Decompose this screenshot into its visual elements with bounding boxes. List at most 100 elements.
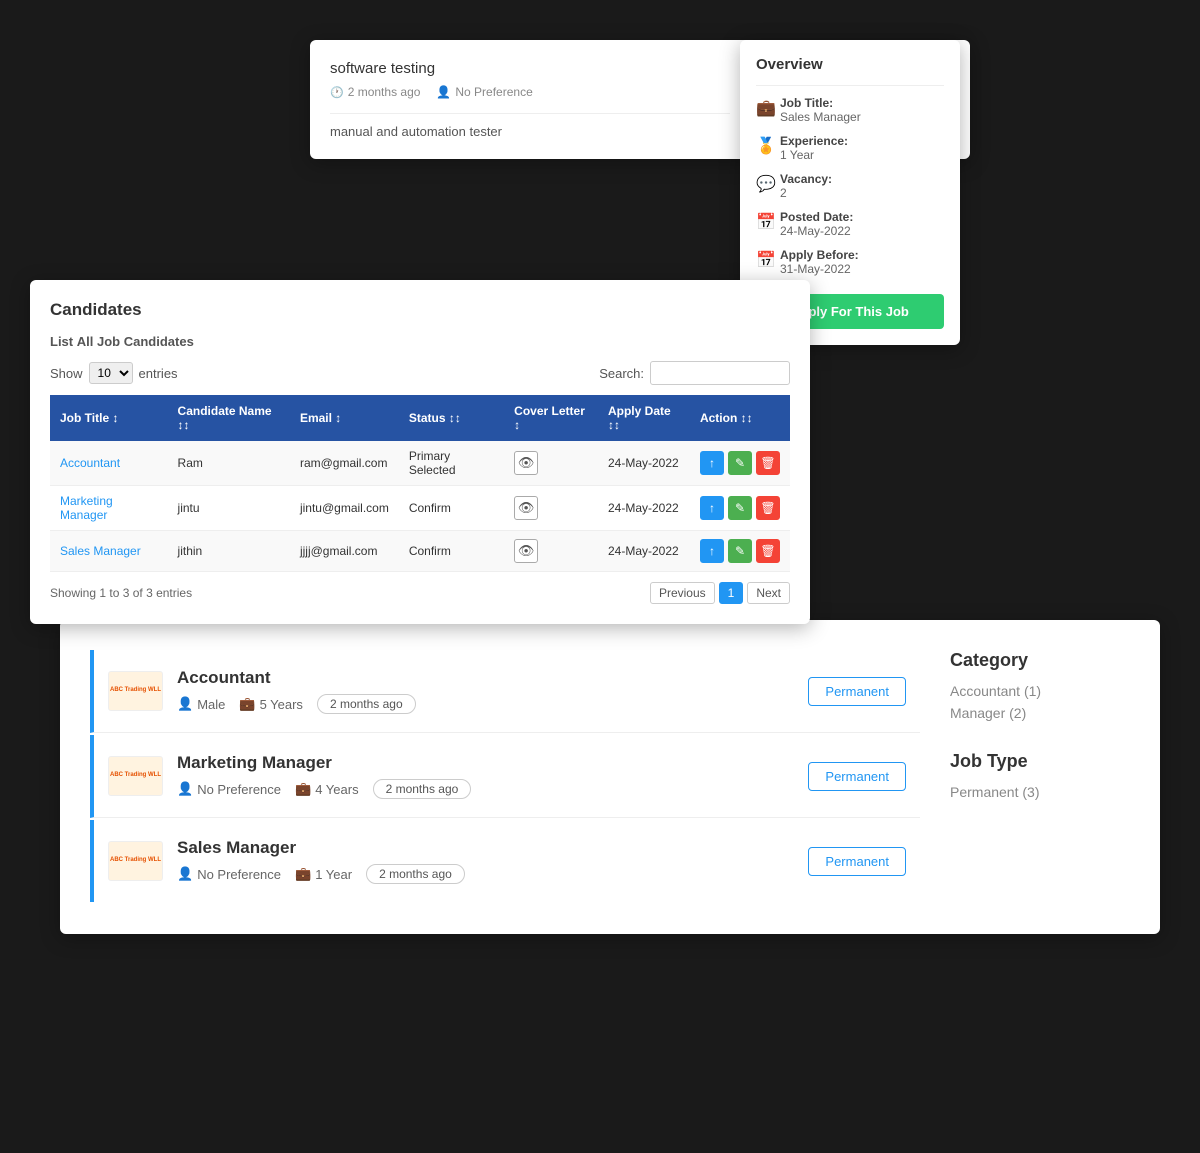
entries-info: Showing 1 to 3 of 3 entries: [50, 586, 192, 600]
delete-button[interactable]: 🗑: [756, 451, 780, 475]
cell-status: Confirm: [399, 486, 504, 531]
job-type-button[interactable]: Permanent: [808, 847, 906, 876]
time-ago-badge: 2 months ago: [373, 779, 472, 799]
edit-button[interactable]: ✎: [728, 496, 752, 520]
job-title-link[interactable]: Sales Manager: [60, 544, 141, 558]
delete-button[interactable]: 🗑: [756, 539, 780, 563]
job-preference-meta: 👤 No Preference: [436, 85, 532, 99]
user-icon: 👤: [436, 85, 451, 99]
overview-apply-before: 📅 Apply Before: 31-May-2022: [756, 248, 944, 276]
candidates-panel: Candidates List All Job Candidates Show …: [30, 280, 810, 624]
edit-icon: ✎: [735, 456, 745, 470]
col-cover-letter: Cover Letter ↕: [504, 395, 598, 441]
job-listing-title: Marketing Manager: [177, 753, 808, 773]
job-card: ABC Trading WLL Sales Manager 👤 No Prefe…: [90, 820, 920, 902]
col-candidate-name: Candidate Name ↕↕: [168, 395, 290, 441]
cell-status: Confirm: [399, 531, 504, 572]
company-logo: ABC Trading WLL: [108, 671, 163, 711]
cell-cover-letter: 👁: [504, 441, 598, 486]
view-button[interactable]: ↑: [700, 539, 724, 563]
company-logo: ABC Trading WLL: [108, 841, 163, 881]
trash-icon: 🗑: [760, 456, 775, 470]
briefcase-icon: 💼: [295, 866, 311, 882]
posted-date-icon: 📅: [756, 212, 772, 228]
entries-select[interactable]: 10 25 50: [89, 362, 133, 384]
trash-icon: 🗑: [760, 501, 775, 515]
edit-button[interactable]: ✎: [728, 539, 752, 563]
job-detail-meta: 2 months ago 👤 No Preference: [330, 85, 730, 99]
cell-apply-date: 24-May-2022: [598, 486, 690, 531]
edit-button[interactable]: ✎: [728, 451, 752, 475]
company-name: ABC Trading WLL: [110, 857, 161, 865]
cell-email: jjjj@gmail.com: [290, 531, 399, 572]
table-row: Marketing Manager jintu jintu@gmail.com …: [50, 486, 790, 531]
category-heading: Category: [950, 650, 1130, 671]
cell-apply-date: 24-May-2022: [598, 441, 690, 486]
job-title-link[interactable]: Marketing Manager: [60, 494, 113, 522]
col-apply-date: Apply Date ↕↕: [598, 395, 690, 441]
prev-button[interactable]: Previous: [650, 582, 715, 604]
cell-cover-letter: 👁: [504, 531, 598, 572]
cell-status: Primary Selected: [399, 441, 504, 486]
view-button[interactable]: ↑: [700, 451, 724, 475]
table-footer: Showing 1 to 3 of 3 entries Previous 1 N…: [50, 582, 790, 604]
vacancy-icon: 💬: [756, 174, 772, 190]
table-header-row: Job Title ↕ Candidate Name ↕↕ Email ↕ St…: [50, 395, 790, 441]
cell-email: jintu@gmail.com: [290, 486, 399, 531]
view-cover-letter-button[interactable]: 👁: [514, 539, 538, 563]
user-icon: 👤: [177, 696, 193, 712]
listings-main: ABC Trading WLL Accountant 👤 Male 💼 5 Ye…: [90, 650, 920, 904]
view-cover-letter-button[interactable]: 👁: [514, 451, 538, 475]
next-button[interactable]: Next: [747, 582, 790, 604]
experience-tag: 💼 4 Years: [295, 781, 359, 797]
category-link[interactable]: Accountant (1): [950, 683, 1130, 699]
show-entries-control: Show 10 25 50 entries: [50, 362, 178, 384]
user-icon: 👤: [177, 866, 193, 882]
job-type-button[interactable]: Permanent: [808, 762, 906, 791]
job-info: Marketing Manager 👤 No Preference 💼 4 Ye…: [177, 753, 808, 799]
col-action: Action ↕↕: [690, 395, 790, 441]
cell-job-title: Accountant: [50, 441, 168, 486]
job-detail-title: software testing: [330, 60, 730, 77]
briefcase-icon: 💼: [295, 781, 311, 797]
job-type-section: Job Type Permanent (3): [950, 751, 1130, 800]
time-ago-badge: 2 months ago: [366, 864, 465, 884]
job-type-button[interactable]: Permanent: [808, 677, 906, 706]
view-icon: ↑: [709, 456, 715, 470]
user-icon: 👤: [177, 781, 193, 797]
search-input[interactable]: [650, 361, 790, 385]
clock-icon: [330, 86, 344, 99]
cell-name: jithin: [168, 531, 290, 572]
edit-icon: ✎: [735, 544, 745, 558]
table-row: Sales Manager jithin jjjj@gmail.com Conf…: [50, 531, 790, 572]
job-listing-title: Sales Manager: [177, 838, 808, 858]
cell-job-title: Sales Manager: [50, 531, 168, 572]
view-cover-letter-button[interactable]: 👁: [514, 496, 538, 520]
cell-cover-letter: 👁: [504, 486, 598, 531]
job-info: Accountant 👤 Male 💼 5 Years 2 months ago: [177, 668, 808, 714]
table-row: Accountant Ram ram@gmail.com Primary Sel…: [50, 441, 790, 486]
page-1-button[interactable]: 1: [719, 582, 744, 604]
cell-apply-date: 24-May-2022: [598, 531, 690, 572]
experience-tag: 💼 1 Year: [295, 866, 352, 882]
cell-actions: ↑ ✎ 🗑: [690, 441, 790, 486]
cell-name: Ram: [168, 441, 290, 486]
briefcase-icon: 💼: [239, 696, 255, 712]
gender-tag: 👤 No Preference: [177, 781, 281, 797]
job-tags: 👤 No Preference 💼 4 Years 2 months ago: [177, 779, 808, 799]
category-link[interactable]: Manager (2): [950, 705, 1130, 721]
view-icon: ↑: [709, 544, 715, 558]
overview-job-title: 💼 Job Title: Sales Manager: [756, 96, 944, 124]
job-type-link[interactable]: Permanent (3): [950, 784, 1130, 800]
listings-sidebar: Category Accountant (1) Manager (2) Job T…: [950, 650, 1130, 904]
company-logo: ABC Trading WLL: [108, 756, 163, 796]
overview-heading: Overview: [756, 56, 944, 73]
delete-button[interactable]: 🗑: [756, 496, 780, 520]
col-status: Status ↕↕: [399, 395, 504, 441]
job-type-heading: Job Type: [950, 751, 1130, 772]
experience-icon: 🏅: [756, 136, 772, 152]
view-button[interactable]: ↑: [700, 496, 724, 520]
overview-experience: 🏅 Experience: 1 Year: [756, 134, 944, 162]
trash-icon: 🗑: [760, 544, 775, 558]
job-title-link[interactable]: Accountant: [60, 456, 120, 470]
